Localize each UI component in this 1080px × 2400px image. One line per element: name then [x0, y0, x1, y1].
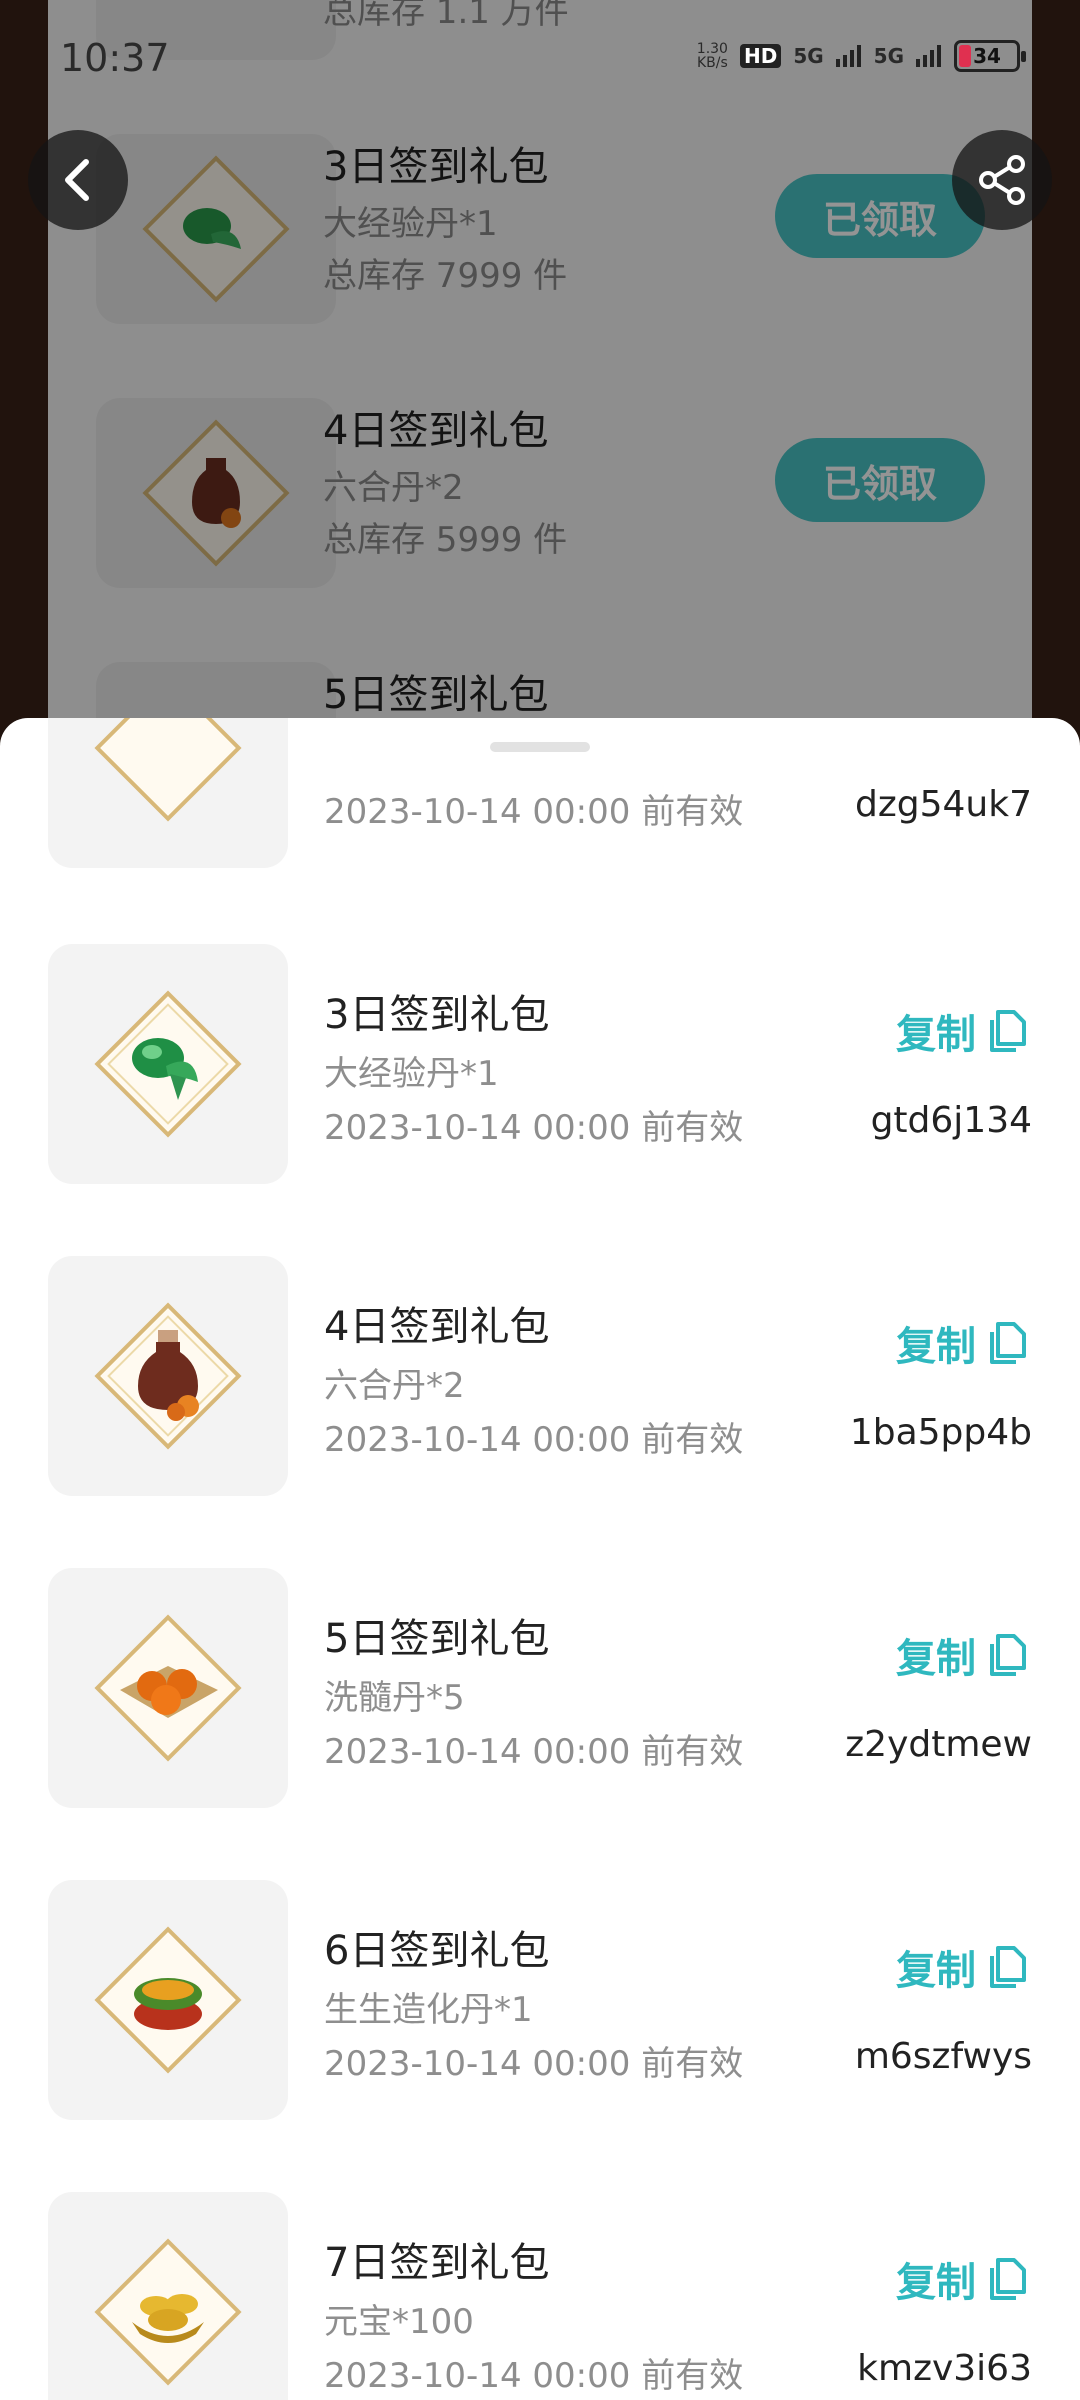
gourd-bottle-icon — [94, 1302, 242, 1450]
gold-ingot-icon — [94, 2238, 242, 2386]
net-speed-value: 1.30 — [696, 41, 728, 57]
battery-icon: 34 — [954, 40, 1026, 72]
item-subtitle: 元宝*100 — [324, 2302, 474, 2342]
copy-icon — [990, 1634, 1026, 1676]
signal-5g-icon: 5G — [793, 44, 824, 68]
copy-button[interactable]: 复制 — [896, 1002, 1028, 1060]
scroll-icon — [94, 718, 242, 822]
gift-code-row: 2023-10-14 00:00 前有效 dzg54uk7 — [0, 718, 1080, 940]
item-expiry: 2023-10-14 00:00 前有效 — [324, 1420, 744, 1460]
item-expiry: 2023-10-14 00:00 前有效 — [324, 2356, 744, 2396]
copy-button[interactable]: 复制 — [896, 1938, 1028, 1996]
item-thumb — [48, 718, 288, 868]
gift-code[interactable]: gtd6j134 — [871, 1100, 1032, 1141]
copy-label: 复制 — [896, 1948, 976, 1994]
item-thumb — [48, 1880, 288, 2120]
gift-code[interactable]: kmzv3i63 — [857, 2348, 1032, 2389]
status-icons: 1.30 KB/s HD 5G 5G 34 — [697, 40, 1026, 72]
elixir-box-icon — [94, 1926, 242, 2074]
gift-code-sheet: 2023-10-14 00:00 前有效 dzg54uk7 3日签到礼包 大经验… — [0, 718, 1080, 2400]
item-thumb — [48, 2192, 288, 2400]
item-title: 4日签到礼包 — [324, 1304, 550, 1350]
copy-icon — [990, 1322, 1026, 1364]
back-button[interactable] — [28, 130, 128, 230]
gift-code-row: 6日签到礼包 生生造化丹*1 2023-10-14 00:00 前有效 复制 m… — [0, 1880, 1080, 2192]
item-title: 6日签到礼包 — [324, 1928, 550, 1974]
share-icon — [979, 155, 1025, 205]
copy-label: 复制 — [896, 1636, 976, 1682]
gift-code[interactable]: 1ba5pp4b — [850, 1412, 1032, 1453]
item-title: 3日签到礼包 — [324, 992, 550, 1038]
gift-code[interactable]: dzg54uk7 — [855, 784, 1032, 825]
battery-level: 34 — [973, 44, 1001, 68]
copy-icon — [990, 2258, 1026, 2300]
gift-code-row: 4日签到礼包 六合丹*2 2023-10-14 00:00 前有效 复制 1ba… — [0, 1256, 1080, 1568]
signal-bars-icon — [916, 45, 941, 67]
item-thumb — [48, 1568, 288, 1808]
signal-bars-icon — [835, 45, 861, 67]
copy-label: 复制 — [896, 2260, 976, 2306]
gift-code-row: 3日签到礼包 大经验丹*1 2023-10-14 00:00 前有效 复制 gt… — [0, 944, 1080, 1256]
copy-label: 复制 — [896, 1012, 976, 1058]
item-expiry: 2023-10-14 00:00 前有效 — [324, 1108, 744, 1148]
copy-label: 复制 — [896, 1324, 976, 1370]
item-subtitle: 生生造化丹*1 — [324, 1990, 533, 2030]
copy-button[interactable]: 复制 — [896, 1626, 1028, 1684]
item-thumb — [48, 1256, 288, 1496]
hd-badge: HD — [739, 44, 782, 68]
gift-code[interactable]: z2ydtmew — [845, 1724, 1032, 1765]
item-title: 7日签到礼包 — [324, 2240, 550, 2286]
item-expiry: 2023-10-14 00:00 前有效 — [324, 792, 744, 832]
orange-pills-icon — [94, 1614, 242, 1762]
copy-icon — [990, 1946, 1026, 1988]
gift-code-row: 7日签到礼包 元宝*100 2023-10-14 00:00 前有效 复制 km… — [0, 2192, 1080, 2400]
status-time: 10:37 — [60, 36, 170, 80]
item-thumb — [48, 944, 288, 1184]
item-expiry: 2023-10-14 00:00 前有效 — [324, 2044, 744, 2084]
gift-code[interactable]: m6szfwys — [855, 2036, 1032, 2077]
item-subtitle: 六合丹*2 — [324, 1366, 465, 1406]
net-speed-unit: KB/s — [696, 55, 728, 71]
chevron-left-icon — [65, 159, 89, 201]
gift-code-row: 5日签到礼包 洗髓丹*5 2023-10-14 00:00 前有效 复制 z2y… — [0, 1568, 1080, 1880]
item-title: 5日签到礼包 — [324, 1616, 550, 1662]
dim-overlay[interactable] — [0, 0, 1080, 760]
copy-button[interactable]: 复制 — [896, 1314, 1028, 1372]
jade-pill-icon — [94, 990, 242, 1138]
item-subtitle: 大经验丹*1 — [324, 1054, 499, 1094]
status-bar: 10:37 1.30 KB/s HD 5G 5G 34 — [0, 30, 1080, 90]
signal-5g-icon: 5G — [873, 44, 904, 68]
share-button[interactable] — [952, 130, 1052, 230]
net-speed: 1.30 KB/s — [697, 42, 728, 70]
copy-button[interactable]: 复制 — [896, 2250, 1028, 2308]
copy-icon — [990, 1010, 1026, 1052]
item-subtitle: 洗髓丹*5 — [324, 1678, 465, 1718]
item-expiry: 2023-10-14 00:00 前有效 — [324, 1732, 744, 1772]
